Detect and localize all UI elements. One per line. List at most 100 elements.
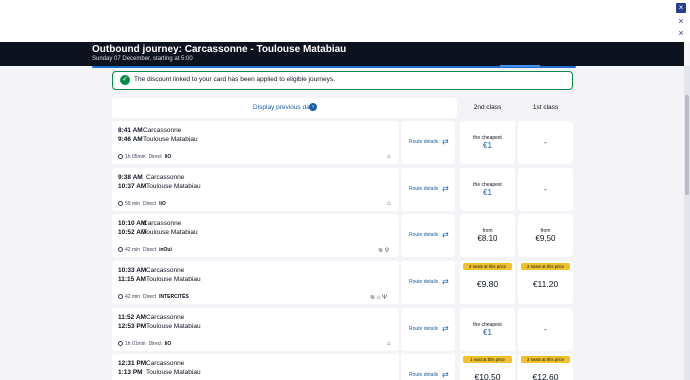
operator-logo: liO (159, 201, 166, 207)
duration: 42 min (125, 294, 141, 300)
page-title: Outbound journey: Carcassonne - Toulouse… (92, 44, 347, 55)
departure-station: Carcassonne (146, 314, 185, 321)
departure-time: 10:33 AM (118, 267, 147, 274)
route-details-button[interactable]: Route details ⇄ (401, 214, 455, 257)
first-class-price-cell[interactable]: - (518, 308, 573, 351)
route-details-label[interactable]: Route details (409, 139, 438, 145)
header-accent-segment (500, 65, 540, 67)
first-class-price-cell[interactable]: 2 seats at this price €12.60 (518, 354, 573, 380)
operator-logo: liO (164, 154, 172, 160)
route-icon[interactable]: ⇄ (442, 137, 449, 146)
arrival-station: Toulouse Matabiau (146, 323, 201, 330)
departure-time: 9:38 AM (118, 174, 143, 181)
direct-label: Direct (143, 247, 157, 253)
second-class-header: 2nd class (473, 104, 502, 111)
arrival-time: 9:46 AM (118, 136, 143, 143)
operator-logo: liO (164, 341, 172, 347)
route-details-button[interactable]: Route details ⇄ (401, 308, 455, 351)
second-class-price-cell[interactable]: from €8.10 (460, 214, 515, 257)
journey-meta: 59 min Direct liO (118, 201, 166, 207)
clock-icon (118, 294, 123, 299)
journey-summary[interactable]: 9:38 AM Carcassonne 10:37 AM Toulouse Matab… (112, 168, 399, 211)
route-details-button[interactable]: Route details ⇄ (401, 261, 455, 304)
direct-label: Direct (143, 294, 157, 300)
route-icon[interactable]: ⇄ (442, 230, 449, 239)
journey-header: Outbound journey: Carcassonne - Toulouse… (0, 42, 684, 66)
price-value[interactable]: €12.60 (518, 372, 573, 380)
route-details-label[interactable]: Route details (409, 326, 438, 332)
route-details-label[interactable]: Route details (409, 232, 438, 238)
amenity-icons: ⌂ (387, 341, 391, 347)
first-class-price-cell[interactable]: from €9.50 (518, 214, 573, 257)
journey-summary[interactable]: 10:33 AM Carcassonne 11:15 AM Toulouse Mata… (112, 261, 399, 304)
direct-label: Direct (148, 154, 162, 160)
price-value[interactable]: €1 (460, 328, 515, 337)
route-icon[interactable]: ⇄ (442, 184, 449, 193)
second-class-price-cell[interactable]: the cheapest €1 (460, 121, 515, 164)
journey-meta: 42 min Direct INTERCITÉS (118, 294, 189, 300)
display-previous-day-label[interactable]: Display previous day (253, 104, 313, 111)
price-value[interactable]: €1 (460, 188, 515, 197)
journey-summary[interactable]: 12:31 PM Carcassonne 1:13 PM Toulouse Matab… (112, 354, 399, 380)
check-icon: ✓ (120, 75, 130, 85)
price-value[interactable]: €11.20 (518, 279, 573, 289)
second-class-price-cell[interactable]: 1 seat at this price €10.50 (460, 354, 515, 380)
route-details-button[interactable]: Route details ⇄ (401, 121, 455, 164)
journey-meta: 1h 05min Direct liO (118, 154, 171, 160)
direct-label: Direct (143, 201, 157, 207)
second-class-price-cell[interactable]: 3 seats at this price €9.80 (460, 261, 515, 304)
close-icon[interactable]: × (676, 16, 686, 26)
second-class-price-cell[interactable]: the cheapest €1 (460, 308, 515, 351)
clock-icon (118, 154, 123, 159)
journey-summary[interactable]: 10:10 AM Carcassonne 10:52 AM Toulouse Mata… (112, 214, 399, 257)
route-details-button[interactable]: Route details ⇄ (401, 354, 455, 380)
route-icon[interactable]: ⇄ (442, 370, 449, 379)
departure-station: Carcassonne (143, 220, 182, 227)
arrival-station: Toulouse Matabiau (146, 183, 201, 190)
discount-alert: ✓ The discount linked to your card has b… (112, 71, 573, 90)
direct-label: Direct (148, 341, 162, 347)
amenity-icons: ⌂ (387, 201, 391, 207)
departure-station: Carcassonne (146, 267, 185, 274)
price-value[interactable]: €9.80 (460, 279, 515, 289)
route-icon[interactable]: ⇄ (442, 277, 449, 286)
arrival-time: 11:15 AM (118, 276, 146, 283)
price-value[interactable]: €10.50 (460, 372, 515, 380)
first-class-price-cell[interactable]: - (518, 168, 573, 211)
route-icon[interactable]: ⇄ (442, 324, 449, 333)
journey-summary[interactable]: 11:52 AM Carcassonne 12:53 PM Toulouse Mata… (112, 308, 399, 351)
operator-logo: inOui (159, 247, 172, 253)
display-previous-day-button[interactable]: Display previous day › (112, 98, 457, 118)
price-value[interactable]: €9.50 (518, 234, 573, 243)
route-details-label[interactable]: Route details (409, 279, 438, 285)
price-unavailable: - (544, 138, 547, 147)
route-details-label[interactable]: Route details (409, 186, 438, 192)
price-unavailable: - (544, 185, 547, 194)
route-details-button[interactable]: Route details ⇄ (401, 168, 455, 211)
arrival-station: Toulouse Matabiau (143, 229, 198, 236)
journey-meta: 42 min Direct inOui (118, 247, 172, 253)
seats-badge: 3 seats at this price (463, 263, 512, 270)
clock-icon (118, 201, 123, 206)
price-value[interactable]: €8.10 (460, 234, 515, 243)
duration: 42 min (125, 247, 141, 253)
page-subtitle: Sunday 07 December, starting at 5:00 (92, 56, 193, 62)
alert-text: The discount linked to your card has bee… (134, 76, 335, 83)
scrollbar-thumb[interactable] (685, 95, 689, 195)
arrival-time: 1:13 PM (118, 369, 143, 376)
arrow-right-icon[interactable]: › (309, 103, 317, 111)
first-class-price-cell[interactable]: 2 seats at this price €11.20 (518, 261, 573, 304)
departure-time: 8:41 AM (118, 127, 143, 134)
price-value[interactable]: €1 (460, 141, 515, 150)
departure-station: Carcassonne (146, 174, 185, 181)
seats-badge: 2 seats at this price (521, 356, 570, 363)
second-class-price-cell[interactable]: the cheapest €1 (460, 168, 515, 211)
close-icon[interactable]: × (676, 3, 686, 13)
journey-summary[interactable]: 8:41 AM Carcassonne 9:46 AM Toulouse Matabi… (112, 121, 399, 164)
close-icon[interactable]: × (676, 28, 686, 38)
route-details-label[interactable]: Route details (409, 372, 438, 378)
duration: 59 min (125, 201, 141, 207)
duration: 1h 01min (125, 341, 146, 347)
first-class-price-cell[interactable]: - (518, 121, 573, 164)
departure-station: Carcassonne (146, 360, 185, 367)
